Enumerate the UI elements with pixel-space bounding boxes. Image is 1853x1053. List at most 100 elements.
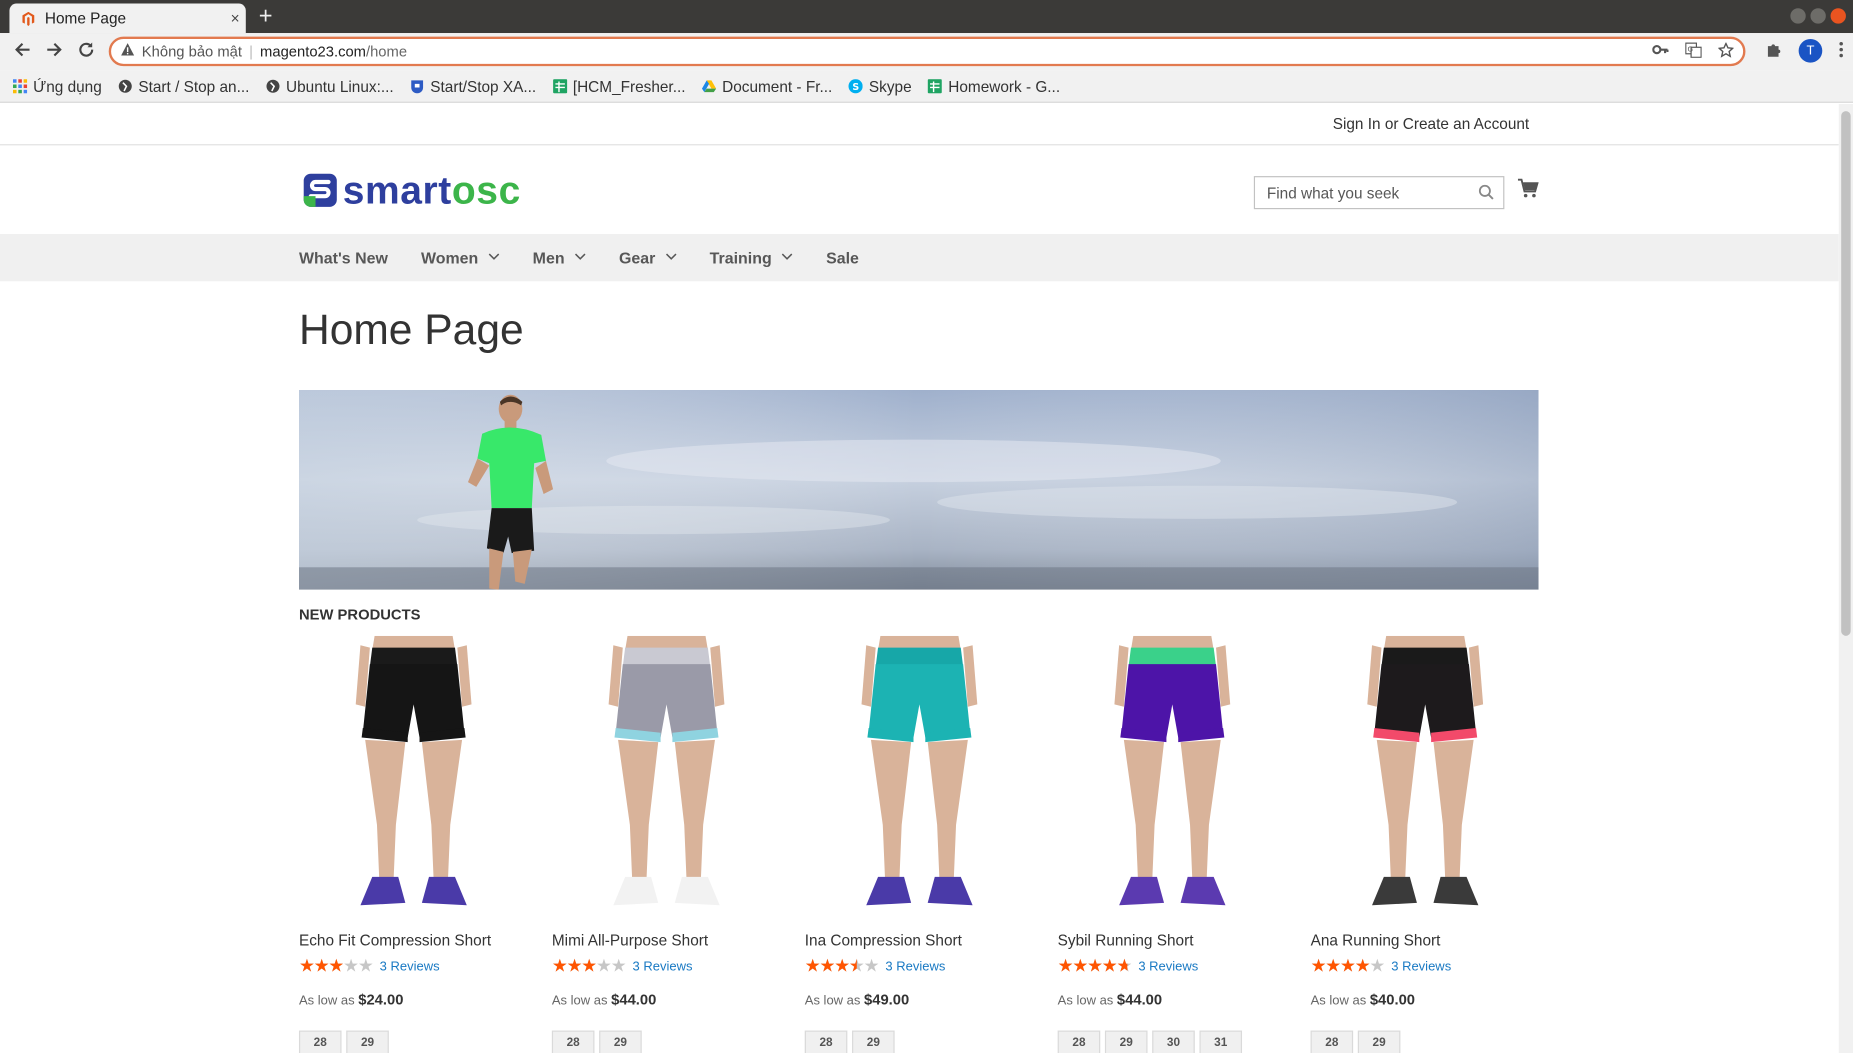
size-swatch[interactable]: 29 [852, 1030, 895, 1053]
nav-item-what-s-new[interactable]: What's New [299, 249, 388, 267]
bookmarks-bar: Ứng dụng Start / Stop an... Ubuntu Linux:.… [0, 70, 1853, 103]
nav-item-label: Men [532, 248, 565, 267]
size-swatch[interactable]: 29 [346, 1030, 389, 1053]
warning-triangle-icon[interactable] [121, 43, 135, 61]
bookmark-item[interactable]: Homework - G... [928, 77, 1060, 95]
reviews-link[interactable]: 3 Reviews [380, 959, 440, 973]
size-swatch[interactable]: 28 [298, 1030, 342, 1053]
price-value: $24.00 [358, 991, 404, 1009]
page-title: Home Page [298, 304, 524, 354]
size-swatch[interactable]: 29 [599, 1030, 642, 1053]
reviews-link[interactable]: 3 Reviews [633, 959, 693, 973]
address-bar[interactable]: Không bảo mật | magento23.com/home G [108, 36, 1746, 67]
bookmark-item[interactable]: Document - Fr... [702, 77, 832, 95]
chevron-down-icon [574, 251, 586, 265]
sign-in-link[interactable]: Sign In [1333, 115, 1381, 133]
product-name-link[interactable]: Echo Fit Compression Short [299, 931, 528, 949]
search-icon[interactable] [1478, 184, 1494, 203]
size-swatch[interactable]: 30 [1152, 1030, 1195, 1053]
bookmark-star-icon[interactable] [1717, 41, 1735, 62]
nav-item-men[interactable]: Men [533, 249, 586, 267]
maximize-icon[interactable] [1810, 8, 1826, 24]
product-rating: ★★★★★★★★★★ 3 Reviews [1311, 957, 1540, 975]
price-prefix: As low as [804, 993, 865, 1009]
browser-toolbar: Không bảo mật | magento23.com/home G T [0, 33, 1853, 71]
tab-close-icon[interactable]: × [225, 9, 246, 27]
runner-banner-image [298, 390, 1539, 590]
site-logo[interactable]: smart osc [303, 170, 521, 209]
size-swatch[interactable]: 28 [804, 1030, 848, 1053]
nav-item-sale[interactable]: Sale [826, 249, 859, 267]
product-image[interactable] [552, 635, 781, 920]
bookmark-label: Ứng dụng [33, 77, 102, 96]
product-name-link[interactable]: Mimi All-Purpose Short [552, 931, 781, 949]
product-name-link[interactable]: Sybil Running Short [1058, 931, 1287, 949]
nav-item-training[interactable]: Training [710, 249, 793, 267]
product-image[interactable] [1058, 635, 1287, 920]
bookmark-label: Homework - G... [948, 77, 1061, 96]
search-input[interactable]: Find what you seek [1253, 176, 1505, 210]
bookmark-item[interactable]: Ubuntu Linux:... [266, 77, 394, 95]
nav-item-label: Sale [826, 248, 859, 267]
reload-icon[interactable] [70, 41, 102, 63]
product-image[interactable] [299, 635, 528, 920]
create-account-link[interactable]: Create an Account [1403, 115, 1529, 133]
close-window-icon[interactable] [1830, 8, 1846, 24]
bookmark-label: [HCM_Fresher... [572, 77, 686, 96]
rating-stars-icon: ★★★★★★★★★★ [298, 956, 374, 977]
reviews-link[interactable]: 3 Reviews [885, 959, 945, 973]
minimize-icon[interactable] [1790, 8, 1806, 24]
omnibox-actions: G [1652, 41, 1735, 62]
browser-right-controls: T [1766, 39, 1844, 63]
size-swatches: 28 29 [804, 1030, 1034, 1053]
main-navigation: What's New Women Men Gear Training Sale [0, 234, 1839, 282]
profile-avatar[interactable]: T [1798, 39, 1823, 63]
security-label[interactable]: Không bảo mật [142, 43, 242, 60]
forward-arrow-icon[interactable] [38, 41, 70, 63]
reviews-link[interactable]: 3 Reviews [1391, 959, 1451, 973]
rating-stars-icon: ★★★★★★★★★★ [1057, 956, 1133, 977]
reviews-link[interactable]: 3 Reviews [1138, 959, 1198, 973]
url-host[interactable]: magento23.com [260, 43, 366, 60]
nav-item-women[interactable]: Women [421, 249, 500, 267]
size-swatch[interactable]: 29 [1104, 1030, 1148, 1053]
bookmark-item[interactable]: [HCM_Fresher... [552, 77, 686, 96]
web-page: Sign In or Create an Account smart osc Fi… [0, 104, 1839, 1053]
product-card: Ina Compression Short ★★★★★★★★★★ 3 Reviews… [804, 635, 1034, 1053]
key-icon[interactable] [1652, 43, 1669, 62]
svg-text:S: S [853, 82, 860, 93]
extensions-puzzle-icon[interactable] [1766, 41, 1783, 61]
product-rating: ★★★★★★★★★★ 3 Reviews [805, 957, 1034, 975]
menu-kebab-icon[interactable] [1839, 41, 1844, 61]
size-swatch[interactable]: 29 [1357, 1030, 1401, 1053]
product-image[interactable] [805, 635, 1034, 920]
size-swatches: 28 29 30 31 [1057, 1030, 1287, 1053]
browser-tab[interactable]: Home Page × [9, 3, 246, 34]
new-tab-button[interactable]: + [259, 4, 273, 30]
nav-item-label: What's New [298, 248, 388, 267]
hero-banner[interactable] [298, 390, 1539, 590]
bookmark-item[interactable]: Ứng dụng [12, 77, 102, 96]
size-swatch[interactable]: 28 [1310, 1030, 1354, 1053]
bookmark-item[interactable]: Start/Stop XA... [410, 77, 536, 95]
nav-item-gear[interactable]: Gear [619, 249, 677, 267]
product-name-link[interactable]: Ana Running Short [1311, 931, 1540, 949]
top-header: Sign In or Create an Account [0, 104, 1839, 146]
nav-item-label: Gear [618, 248, 656, 267]
product-image[interactable] [1311, 635, 1540, 920]
bookmark-label: Start/Stop XA... [430, 77, 537, 96]
page-scrollbar[interactable] [1838, 104, 1853, 1053]
back-arrow-icon[interactable] [6, 41, 38, 63]
url-path[interactable]: /home [366, 43, 407, 60]
translate-icon[interactable]: G [1685, 42, 1702, 62]
size-swatch[interactable]: 28 [551, 1030, 595, 1053]
product-name-link[interactable]: Ina Compression Short [805, 931, 1034, 949]
cart-icon[interactable] [1517, 178, 1539, 204]
bookmark-item[interactable]: S Skype [848, 77, 912, 96]
scrollbar-thumb[interactable] [1841, 111, 1851, 636]
bookmark-label: Skype [868, 77, 912, 96]
size-swatch[interactable]: 28 [1057, 1030, 1101, 1053]
size-swatch[interactable]: 31 [1199, 1030, 1243, 1053]
price-prefix: As low as [298, 993, 359, 1009]
bookmark-item[interactable]: Start / Stop an... [118, 77, 249, 95]
